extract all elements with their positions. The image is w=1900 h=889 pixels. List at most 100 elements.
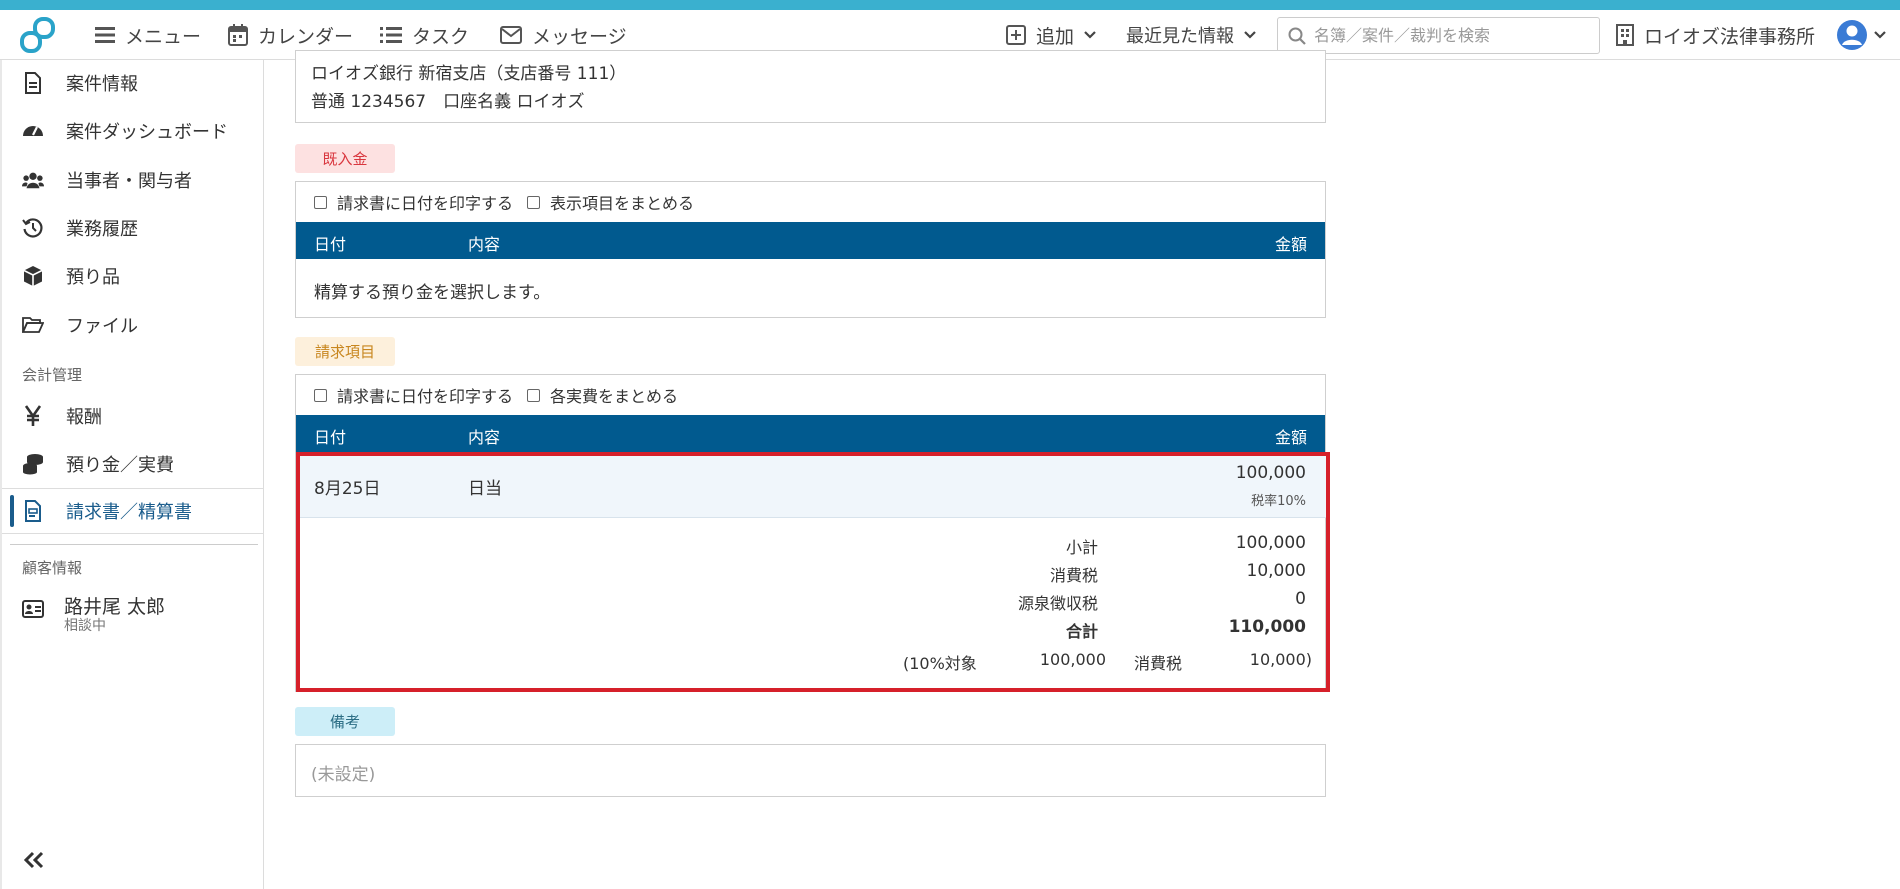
yen-icon [22, 405, 44, 427]
building-icon [1616, 24, 1634, 46]
sidebar-client-card[interactable]: 路井尾 太郎 相談中 [22, 596, 165, 634]
sidebar-item-history[interactable]: 業務履歴 [2, 205, 264, 251]
sidebar-section-accounting: 会計管理 [22, 366, 83, 384]
menu-button[interactable]: メニュー [95, 10, 201, 60]
checkbox-label: 請求書に日付を印字する [337, 387, 514, 406]
column-content: 内容 [468, 235, 501, 254]
checkbox-box[interactable] [314, 388, 327, 402]
users-icon [22, 169, 44, 191]
office-name: ロイオズ法律事務所 [1644, 25, 1816, 48]
contact-card-icon [22, 600, 44, 623]
column-date: 日付 [314, 235, 347, 254]
checkbox-label: 各実費をまとめる [550, 387, 679, 406]
sidebar-item-custody[interactable]: 預り品 [2, 253, 264, 299]
sidebar-item-files[interactable]: ファイル [2, 302, 264, 348]
sidebar-item-label: ファイル [66, 316, 138, 337]
column-amount: 金額 [1274, 428, 1307, 447]
deposit-print-date-checkbox[interactable]: 請求書に日付を印字する [314, 190, 513, 214]
billing-panel: 請求書に日付を印字する 各実費をまとめる 日付 内容 金額 [295, 374, 1326, 692]
breakdown-tax-label: 消費税 [1134, 654, 1183, 673]
sidebar-item-fees[interactable]: 報酬 [2, 393, 264, 439]
deposit-panel: 請求書に日付を印字する 表示項目をまとめる 日付 内容 金額 精算する預り金を選… [295, 181, 1326, 318]
top-accent-stripe [0, 0, 1900, 10]
user-menu[interactable] [1836, 10, 1886, 60]
envelope-icon [500, 26, 522, 44]
chevron-down-icon [1244, 31, 1256, 39]
subtotal-label: 小計 [1065, 538, 1098, 557]
sidebar-item-deposits-expenses[interactable]: 預り金／実費 [2, 441, 264, 487]
billing-print-date-checkbox[interactable]: 請求書に日付を印字する [314, 383, 513, 407]
deposit-options: 請求書に日付を印字する 表示項目をまとめる [296, 182, 1325, 222]
row-content: 日当 [468, 479, 502, 499]
notes-value: (未設定) [311, 765, 376, 785]
sidebar-item-parties[interactable]: 当事者・関与者 [2, 157, 264, 203]
search-input[interactable] [1314, 26, 1584, 45]
sidebar-item-label: 当事者・関与者 [66, 171, 192, 192]
coins-icon [22, 453, 44, 475]
column-date: 日付 [314, 428, 347, 447]
folder-icon [22, 314, 44, 336]
breakdown-base: 100,000 [1039, 650, 1106, 669]
gauge-icon [22, 120, 44, 142]
breakdown-tax: 10,000) [1249, 650, 1312, 669]
deposit-badge: 既入金 [295, 144, 395, 173]
hamburger-icon [95, 27, 115, 43]
deposit-merge-items-checkbox[interactable]: 表示項目をまとめる [527, 190, 694, 214]
sidebar-divider [10, 544, 258, 545]
calendar-label: カレンダー [258, 25, 354, 48]
sidebar-item-label: 業務履歴 [66, 219, 138, 240]
tax-label: 消費税 [1049, 566, 1098, 585]
checkbox-box[interactable] [314, 195, 327, 209]
messages-label: メッセージ [532, 25, 627, 48]
task-label: タスク [412, 25, 470, 48]
table-row[interactable] [300, 456, 1326, 518]
office-selector[interactable]: ロイオズ法律事務所 [1616, 10, 1815, 60]
sidebar-item-invoices[interactable]: 請求書／精算書 [2, 488, 264, 534]
bank-info-panel: ロイオズ銀行 新宿支店（支店番号 111） 普通 1234567 口座名義 ロイ… [295, 50, 1326, 123]
recent-label: 最近見た情報 [1126, 26, 1234, 47]
app-logo-icon[interactable] [18, 16, 58, 56]
column-content: 内容 [468, 428, 501, 447]
checkbox-box[interactable] [527, 388, 541, 402]
client-status: 相談中 [64, 618, 106, 634]
search-icon [1288, 27, 1306, 45]
sidebar-item-label: 報酬 [66, 407, 102, 428]
add-label: 追加 [1036, 25, 1075, 48]
deposit-select-link[interactable]: 精算する預り金を選択します。 [314, 278, 550, 303]
bank-branch: ロイオズ銀行 新宿支店（支店番号 111） [311, 64, 627, 84]
billing-options: 請求書に日付を印字する 各実費をまとめる [296, 375, 1325, 415]
sidebar-item-label: 預り品 [66, 267, 120, 288]
billing-merge-expenses-checkbox[interactable]: 各実費をまとめる [527, 383, 678, 407]
calendar-icon [228, 24, 248, 46]
sidebar-item-case-dashboard[interactable]: 案件ダッシュボード [2, 108, 264, 154]
chevron-down-icon [1084, 31, 1096, 39]
billing-table-header: 日付 内容 金額 [296, 415, 1325, 452]
tax-value: 10,000 [1246, 561, 1306, 581]
withholding-label: 源泉徴収税 [1017, 594, 1098, 613]
notes-panel[interactable]: (未設定) [295, 744, 1326, 797]
plus-square-icon [1006, 25, 1026, 45]
deposit-table-header: 日付 内容 金額 [296, 222, 1325, 259]
total-label: 合計 [1065, 622, 1098, 641]
box-icon [22, 265, 44, 287]
history-icon [22, 217, 44, 239]
sidebar-item-case-info[interactable]: 案件情報 [2, 60, 264, 106]
row-date: 8月25日 [314, 479, 381, 499]
withholding-value: 0 [1295, 589, 1306, 609]
sidebar: 案件情報 案件ダッシュボード 当事者・関与者 業務履歴 預り品 ファイル 会計管… [0, 60, 264, 889]
sidebar-item-label: 案件ダッシュボード [66, 122, 228, 143]
menu-label: メニュー [125, 25, 202, 48]
total-value: 110,000 [1228, 617, 1306, 637]
invoice-icon [22, 500, 44, 522]
user-avatar-icon [1837, 20, 1867, 50]
notes-badge: 備考 [295, 707, 395, 736]
collapse-sidebar-button[interactable] [22, 850, 46, 875]
subtotal-value: 100,000 [1235, 533, 1306, 553]
row-tax-rate: 税率10% [1251, 494, 1306, 509]
document-icon [22, 72, 44, 94]
row-amount: 100,000 [1235, 463, 1306, 483]
client-name: 路井尾 太郎 [64, 596, 166, 618]
search-box[interactable] [1277, 17, 1600, 54]
checkbox-box[interactable] [527, 195, 541, 209]
sidebar-section-client: 顧客情報 [22, 559, 83, 577]
